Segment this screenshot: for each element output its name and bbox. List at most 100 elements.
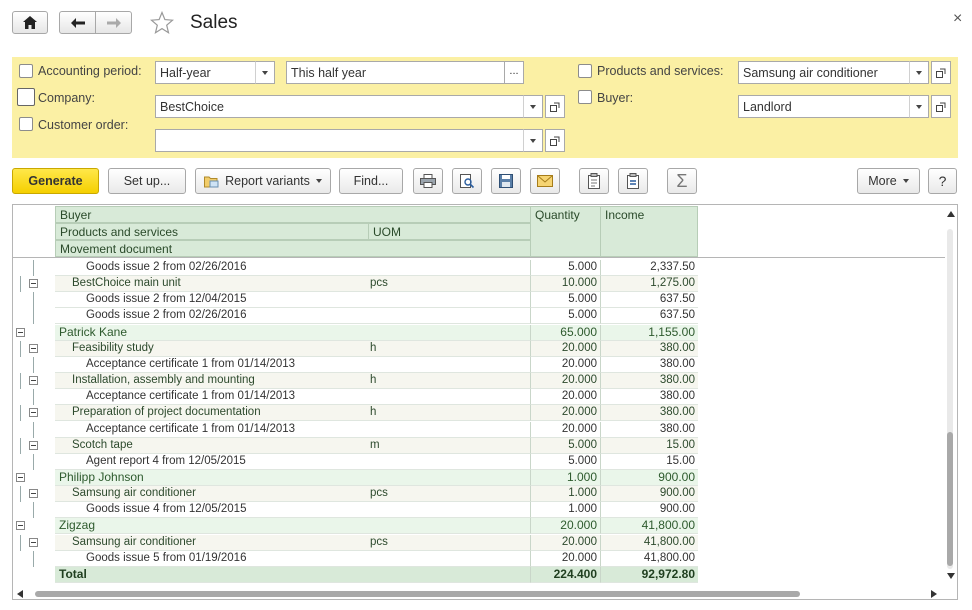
row-quantity: 20.000 (530, 405, 600, 421)
buyer-group-row[interactable]: Zigzag 20.000 41,800.00 (55, 518, 698, 534)
collapse-toggle-icon[interactable] (29, 489, 38, 498)
period-select-button[interactable]: ... (504, 61, 524, 84)
close-icon[interactable]: × (953, 10, 962, 28)
chevron-down-icon (916, 104, 922, 109)
document-row[interactable]: Agent report 4 from 12/05/2015 5.000 15.00 (55, 454, 698, 470)
printer-icon (420, 174, 436, 188)
accounting-period-checkbox[interactable] (19, 64, 33, 78)
buyer-dropdown[interactable] (909, 95, 929, 118)
header-movement-document: Movement document (55, 240, 531, 257)
print-preview-button[interactable] (452, 168, 482, 194)
setup-button[interactable]: Set up... (108, 168, 186, 194)
send-email-button[interactable] (530, 168, 560, 194)
collapse-toggle-icon[interactable] (29, 441, 38, 450)
document-row[interactable]: Goods issue 2 from 02/26/2016 5.000 637.50 (55, 308, 698, 324)
product-row[interactable]: BestChoice main unit pcs 10.000 1,275.00 (55, 276, 698, 292)
row-quantity: 5.000 (530, 308, 600, 324)
period-value-field[interactable]: This half year (286, 61, 508, 84)
tree-line (20, 405, 21, 421)
row-name: Goods issue 2 from 02/26/2016 (55, 308, 530, 324)
accounting-period-label: Accounting period: (38, 64, 142, 78)
arrow-right-icon (106, 17, 121, 28)
print-button[interactable] (413, 168, 443, 194)
chevron-down-icon (902, 179, 909, 183)
customer-order-open-button[interactable] (545, 129, 565, 152)
products-services-dropdown[interactable] (909, 61, 929, 84)
buyer-field[interactable]: Landlord (738, 95, 913, 118)
collapse-toggle-icon[interactable] (29, 344, 38, 353)
scroll-left-icon[interactable] (17, 590, 23, 598)
company-field[interactable]: BestChoice (155, 95, 527, 118)
collapse-toggle-icon[interactable] (29, 408, 38, 417)
row-quantity: 1.000 (530, 486, 600, 502)
row-quantity: 20.000 (530, 551, 600, 567)
collapse-toggle-icon[interactable] (16, 473, 25, 482)
tree-line (33, 551, 34, 567)
product-row[interactable]: Preparation of project documentation h 20.… (55, 405, 698, 421)
scroll-down-icon[interactable] (947, 573, 955, 579)
document-row[interactable]: Goods issue 2 from 12/04/2015 5.000 637.50 (55, 292, 698, 308)
product-row[interactable]: Installation, assembly and mounting h 20.0… (55, 373, 698, 389)
more-button[interactable]: More (857, 168, 920, 194)
company-dropdown[interactable] (523, 95, 543, 118)
document-row[interactable]: Acceptance certificate 1 from 01/14/2013… (55, 422, 698, 438)
back-button[interactable] (59, 11, 96, 34)
floppy-disk-icon (499, 174, 513, 188)
arrow-left-icon (70, 17, 85, 28)
document-row[interactable]: Goods issue 2 from 02/26/2016 5.000 2,337.… (55, 260, 698, 276)
total-row[interactable]: Total 224.400 92,972.80 (55, 567, 698, 583)
customer-order-dropdown[interactable] (523, 129, 543, 152)
period-type-dropdown[interactable] (255, 61, 275, 84)
product-row[interactable]: Samsung air conditioner pcs 1.000 900.00 (55, 486, 698, 502)
customer-order-checkbox[interactable] (19, 117, 33, 131)
collapse-toggle-icon[interactable] (29, 538, 38, 547)
row-name: Goods issue 2 from 02/26/2016 (55, 260, 530, 276)
horizontal-scroll-thumb[interactable] (35, 591, 800, 597)
sum-button[interactable]: Σ (667, 168, 697, 194)
products-services-open-button[interactable] (931, 61, 951, 84)
collapse-groups-button[interactable] (618, 168, 648, 194)
document-row[interactable]: Goods issue 4 from 12/05/2015 1.000 900.00 (55, 502, 698, 518)
buyer-open-button[interactable] (931, 95, 951, 118)
star-icon[interactable] (150, 11, 174, 35)
document-row[interactable]: Acceptance certificate 1 from 01/14/2013… (55, 357, 698, 373)
products-services-checkbox[interactable] (578, 64, 592, 78)
row-income: 1,275.00 (600, 276, 698, 292)
collapse-toggle-icon[interactable] (29, 376, 38, 385)
row-income: 900.00 (600, 470, 698, 486)
home-button[interactable] (12, 11, 48, 34)
help-button[interactable]: ? (928, 168, 957, 194)
buyer-group-row[interactable]: Patrick Kane 65.000 1,155.00 (55, 325, 698, 341)
document-row[interactable]: Goods issue 5 from 01/19/2016 20.000 41,80… (55, 551, 698, 567)
scroll-up-icon[interactable] (947, 211, 955, 217)
save-button[interactable] (491, 168, 521, 194)
company-open-button[interactable] (545, 95, 565, 118)
product-row[interactable]: Feasibility study h 20.000 380.00 (55, 341, 698, 357)
buyer-group-row[interactable]: Philipp Johnson 1.000 900.00 (55, 470, 698, 486)
period-type-select[interactable]: Half-year (155, 61, 259, 84)
row-income: 380.00 (600, 389, 698, 405)
tree-line (33, 389, 34, 405)
collapse-toggle-icon[interactable] (16, 521, 25, 530)
collapse-toggle-icon[interactable] (29, 279, 38, 288)
product-row[interactable]: Samsung air conditioner pcs 20.000 41,800.0… (55, 535, 698, 551)
row-name: Goods issue 5 from 01/19/2016 (55, 551, 530, 567)
document-row[interactable]: Acceptance certificate 1 from 01/14/2013… (55, 389, 698, 405)
customer-order-field[interactable] (155, 129, 527, 152)
expand-groups-button[interactable] (579, 168, 609, 194)
tree-line (20, 276, 21, 292)
forward-button[interactable] (95, 11, 132, 34)
find-button[interactable]: Find... (339, 168, 403, 194)
product-row[interactable]: Scotch tape m 5.000 15.00 (55, 438, 698, 454)
collapse-toggle-icon[interactable] (16, 328, 25, 337)
report-spreadsheet[interactable]: Buyer Products and services UOM Movement… (12, 204, 958, 600)
company-checkbox[interactable] (17, 88, 35, 106)
buyer-checkbox[interactable] (578, 90, 592, 104)
scroll-right-icon[interactable] (931, 590, 937, 598)
row-income: 900.00 (600, 486, 698, 502)
products-services-field[interactable]: Samsung air conditioner (738, 61, 913, 84)
products-services-label: Products and services: (597, 64, 724, 78)
generate-button[interactable]: Generate (12, 168, 99, 194)
report-variants-button[interactable]: Report variants (195, 168, 331, 194)
vertical-scroll-thumb[interactable] (947, 432, 953, 566)
